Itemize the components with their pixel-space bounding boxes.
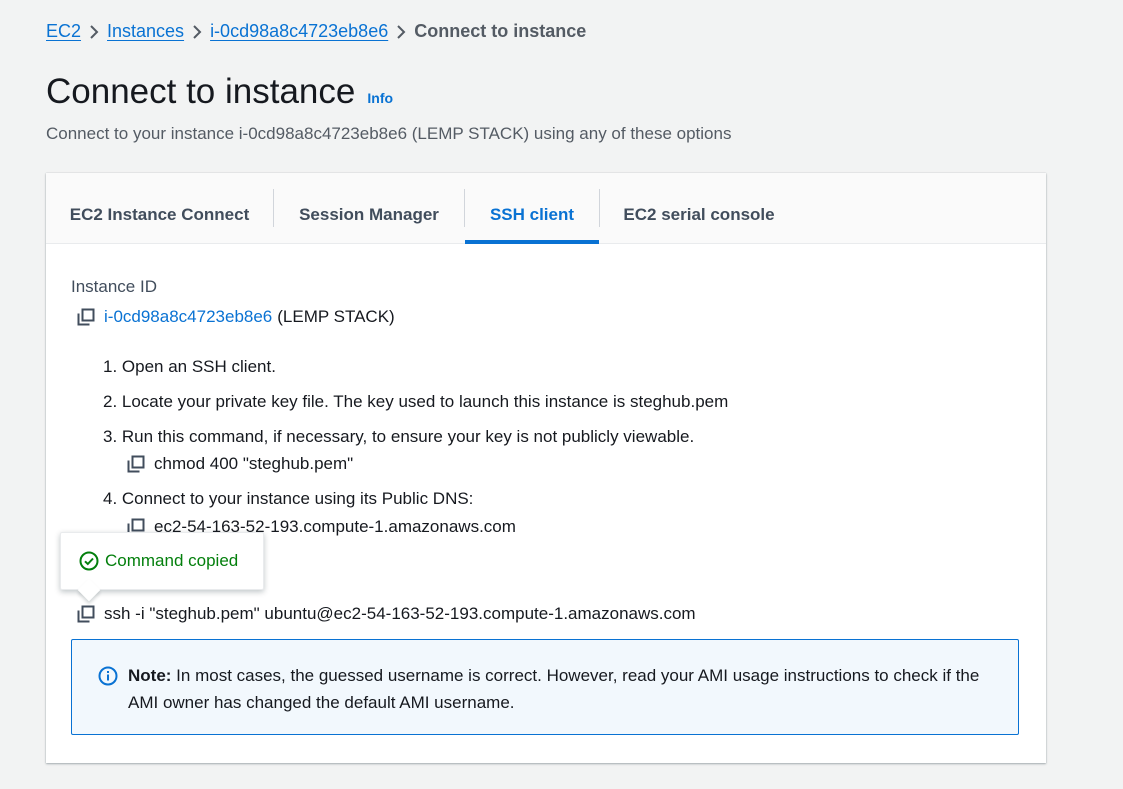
- info-link[interactable]: Info: [367, 76, 393, 120]
- instance-id-link[interactable]: i-0cd98a8c4723eb8e6: [104, 307, 272, 327]
- tab-ec2-instance-connect[interactable]: EC2 Instance Connect: [46, 187, 273, 243]
- tooltip-text: Command copied: [105, 551, 239, 570]
- breadcrumb-instances[interactable]: Instances: [107, 18, 184, 44]
- page-title-text: Connect to instance: [46, 72, 356, 111]
- copy-icon[interactable]: [127, 455, 145, 473]
- note-bold: Note:: [128, 666, 172, 685]
- copy-icon[interactable]: [77, 605, 95, 623]
- ssh-command-row: ssh -i "steghub.pem" ubuntu@ec2-54-163-5…: [77, 604, 696, 624]
- breadcrumb-instance-id[interactable]: i-0cd98a8c4723eb8e6: [210, 18, 388, 44]
- chevron-right-icon: [184, 18, 210, 44]
- tab-ssh-client[interactable]: SSH client: [465, 187, 599, 244]
- check-circle-icon: [79, 551, 99, 571]
- copied-tooltip: Command copied: [60, 532, 264, 602]
- breadcrumb-current: Connect to instance: [414, 21, 587, 41]
- page-description: Connect to your instance i-0cd98a8c4723e…: [46, 124, 732, 143]
- ssh-command: ssh -i "steghub.pem" ubuntu@ec2-54-163-5…: [104, 604, 696, 623]
- chmod-command: chmod 400 "steghub.pem": [154, 454, 354, 473]
- page-title: Connect to instance Info: [46, 70, 393, 120]
- step-1: 1. Open an SSH client.: [103, 357, 276, 376]
- note-text: Note: In most cases, the guessed usernam…: [128, 662, 988, 716]
- note-body: In most cases, the guessed username is c…: [128, 666, 980, 712]
- tab-session-manager[interactable]: Session Manager: [274, 187, 464, 243]
- tab-bar: EC2 Instance Connect Session Manager SSH…: [46, 173, 1046, 244]
- breadcrumb-ec2[interactable]: EC2: [46, 18, 81, 44]
- tab-ec2-serial-console[interactable]: EC2 serial console: [600, 187, 798, 243]
- note-alert: Note: In most cases, the guessed usernam…: [71, 639, 1019, 735]
- connect-to-instance-page: EC2 Instances i-0cd98a8c4723eb8e6 Connec…: [0, 0, 1123, 789]
- info-circle-icon: [98, 666, 118, 686]
- connect-panel: EC2 Instance Connect Session Manager SSH…: [46, 173, 1046, 763]
- copy-icon[interactable]: [77, 308, 95, 326]
- chmod-command-row: chmod 400 "steghub.pem": [127, 454, 353, 474]
- chevron-right-icon: [388, 18, 414, 44]
- step-3: 3. Run this command, if necessary, to en…: [103, 427, 695, 446]
- breadcrumb: EC2 Instances i-0cd98a8c4723eb8e6 Connec…: [46, 18, 586, 44]
- instance-id-row: i-0cd98a8c4723eb8e6 (LEMP STACK): [77, 307, 395, 327]
- chevron-right-icon: [81, 18, 107, 44]
- instance-id-label: Instance ID: [71, 277, 157, 296]
- instance-name: (LEMP STACK): [277, 307, 395, 326]
- step-4: 4. Connect to your instance using its Pu…: [103, 489, 474, 508]
- step-2: 2. Locate your private key file. The key…: [103, 392, 729, 411]
